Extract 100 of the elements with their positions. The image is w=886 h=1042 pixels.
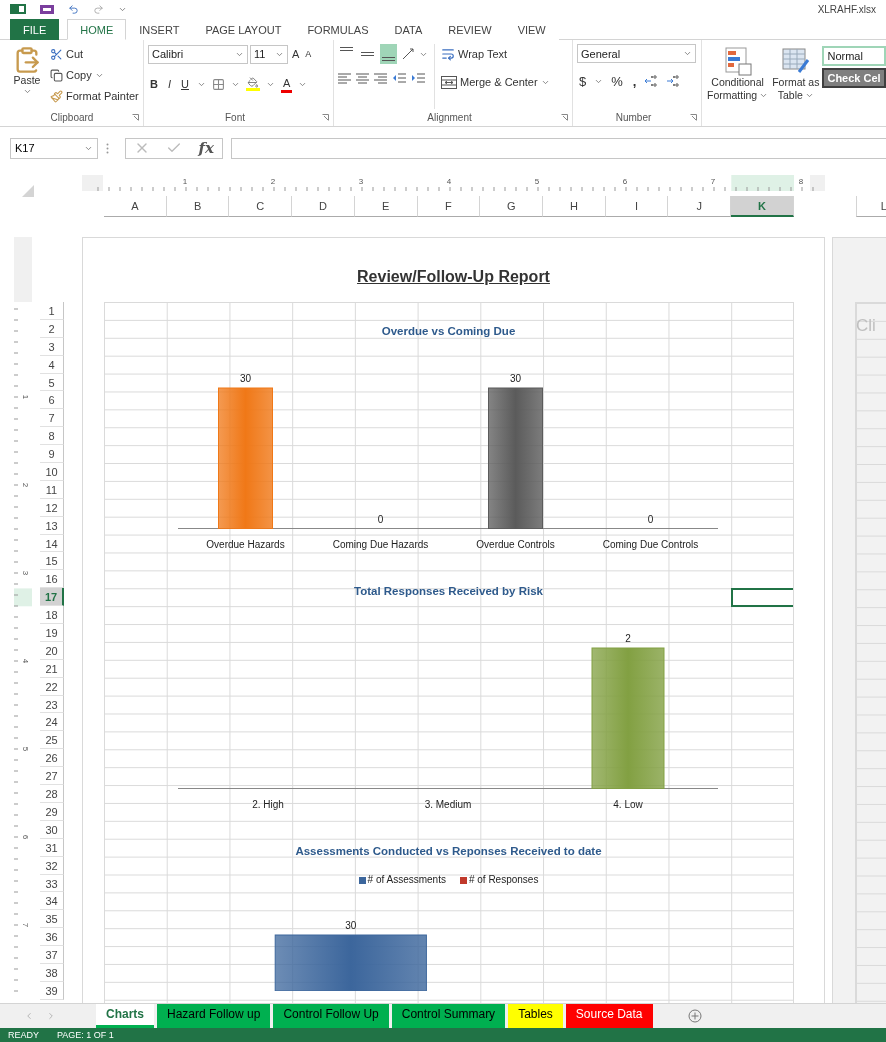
dialog-launcher-icon[interactable] (322, 114, 329, 121)
column-header[interactable]: E (354, 196, 418, 217)
number-format-field[interactable]: General (577, 44, 696, 63)
sheet-tab[interactable]: Control Follow Up (273, 1004, 389, 1028)
row-header[interactable]: 7 (40, 409, 64, 428)
add-sheet-icon[interactable] (687, 1009, 702, 1023)
column-header[interactable]: H (543, 196, 606, 217)
row-header[interactable]: 34 (40, 892, 64, 911)
cell-style-option[interactable]: Normal (822, 46, 886, 66)
selected-cell[interactable] (731, 588, 793, 608)
row-header[interactable]: 6 (40, 391, 64, 410)
paintbrush-icon (50, 89, 63, 103)
font-color-button[interactable]: A (280, 75, 293, 93)
font-name-field[interactable]: Calibri (148, 44, 248, 64)
row-header[interactable]: 27 (40, 767, 64, 786)
fill-color-icon[interactable] (245, 77, 260, 91)
column-header[interactable]: I (605, 196, 669, 217)
row-header[interactable]: 26 (40, 749, 64, 768)
row-header[interactable]: 8 (40, 427, 64, 446)
category-label: Coming Due Hazards (332, 538, 429, 552)
ribbon-tab[interactable]: HOME (67, 19, 127, 40)
group-label: Clipboard (49, 112, 95, 123)
row-header[interactable]: 25 (40, 731, 64, 750)
row-header[interactable]: 37 (40, 946, 64, 964)
column-header[interactable]: B (166, 196, 230, 217)
row-header[interactable]: 9 (40, 445, 64, 463)
row-header[interactable]: 24 (40, 713, 64, 732)
row-header[interactable]: 16 (40, 570, 64, 589)
copy-button[interactable]: Copy (48, 65, 141, 85)
sheet-tab[interactable]: Tables (508, 1004, 563, 1028)
row-header[interactable]: 15 (40, 552, 64, 571)
format-painter-button[interactable]: Format Painter (48, 86, 141, 106)
align-center-icon[interactable] (356, 72, 369, 84)
font-size-field[interactable]: 11 (250, 44, 288, 64)
sheet-tab[interactable]: Charts (96, 1004, 154, 1028)
dialog-launcher-icon[interactable] (690, 114, 697, 121)
align-left-icon[interactable] (338, 72, 351, 84)
cell-style-option[interactable]: Check Cel (822, 68, 886, 88)
format-as-table-button[interactable]: Format as Table (771, 44, 821, 126)
column-header[interactable]: G (480, 196, 544, 217)
align-right-icon[interactable] (374, 72, 387, 84)
row-header[interactable]: 36 (40, 928, 64, 947)
comma-button[interactable]: , (630, 71, 639, 91)
percent-button[interactable]: % (609, 71, 625, 91)
ruler-margin (810, 175, 825, 191)
vertical-align-button[interactable] (380, 44, 397, 64)
borders-icon[interactable] (211, 77, 225, 91)
name-box[interactable]: K17 (10, 137, 98, 159)
formula-field[interactable] (231, 137, 886, 159)
sheet-tab[interactable]: Source Data (565, 1004, 653, 1028)
app-logo-icon (10, 4, 26, 14)
ribbon-tab[interactable]: FILE (10, 19, 60, 40)
cut-button[interactable]: Cut (48, 44, 141, 64)
row-header[interactable]: 35 (40, 910, 64, 929)
font-style-button[interactable]: I (165, 74, 173, 94)
column-header[interactable]: F (417, 196, 481, 217)
currency-button[interactable]: $ (577, 71, 589, 91)
caret-icon (22, 87, 32, 96)
row-header[interactable]: 10 (40, 463, 64, 481)
middle-align-icon (361, 52, 374, 56)
chart-title: Assessments Conducted vs Reponses Received to date (295, 844, 602, 859)
insert-function-button[interactable]: fx (198, 139, 214, 157)
caret-icon (759, 91, 769, 100)
paste-button[interactable]: Paste (12, 44, 42, 109)
conditional-formatting-button[interactable]: Conditional Formatting (706, 44, 770, 126)
column-header[interactable]: D (292, 196, 355, 217)
redo-icon[interactable] (93, 3, 104, 15)
undo-icon[interactable] (68, 3, 79, 15)
column-header[interactable]: C (229, 196, 293, 217)
row-header[interactable]: 1 (40, 302, 64, 320)
orientation-icon[interactable] (401, 47, 415, 61)
row-header[interactable]: 19 (40, 624, 64, 642)
window-title: XLRAHF.xlsx (817, 3, 876, 15)
grow-font-button[interactable]: A (290, 44, 302, 64)
wrap-text-button[interactable]: Wrap Text (439, 44, 552, 64)
column-header[interactable]: J (668, 196, 732, 217)
ruler-number: 5 (534, 177, 540, 186)
column-header[interactable]: A (104, 196, 167, 217)
font-style-button[interactable]: U (179, 74, 191, 94)
indent-icon[interactable] (411, 72, 425, 84)
outdent-icon[interactable] (392, 72, 406, 84)
category-label: Overdue Hazards (206, 538, 285, 552)
column-header[interactable]: L (855, 196, 886, 217)
row-header[interactable]: 28 (40, 785, 64, 803)
dialog-launcher-icon[interactable] (132, 114, 139, 121)
touch-mode-icon[interactable] (40, 4, 54, 14)
font-style-button[interactable]: B (148, 74, 160, 94)
row-header[interactable]: 18 (40, 606, 64, 625)
ruler-number: 3 (358, 177, 364, 186)
ruler-number: 6 (622, 177, 628, 186)
column-header[interactable]: K (731, 196, 794, 217)
data-label: 30 (345, 920, 357, 931)
sheet-tab[interactable]: Control Summary (391, 1004, 506, 1028)
ruler-number: 7 (710, 177, 716, 186)
merge-center-button[interactable]: Merge & Center (439, 72, 552, 92)
shrink-font-button[interactable]: A (303, 44, 314, 64)
dialog-launcher-icon[interactable] (561, 114, 568, 121)
sheet-tab[interactable]: Hazard Follow up (157, 1004, 271, 1028)
row-header[interactable]: 17 (40, 588, 64, 607)
ruler-number: 5 (21, 746, 30, 752)
